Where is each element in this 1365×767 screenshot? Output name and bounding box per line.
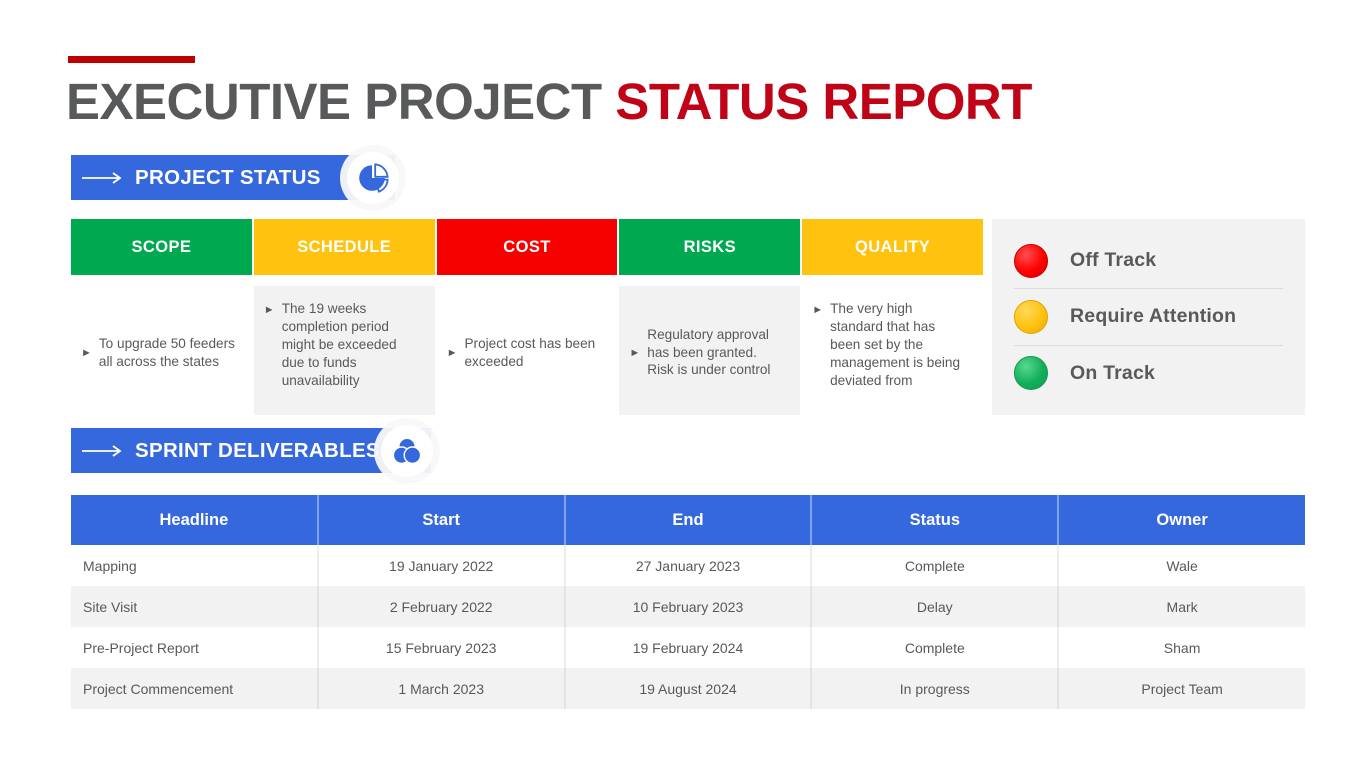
legend-item-off-track: Off Track (1014, 233, 1283, 288)
legend-label-require-attention: Require Attention (1070, 305, 1236, 328)
column-header-owner[interactable]: Owner (1058, 495, 1305, 545)
project-status-grid: SCOPE ► To upgrade 50 feeders all across… (71, 219, 983, 415)
section-label-project-status: PROJECT STATUS (135, 166, 321, 190)
status-text-cost: Project cost has been exceeded (464, 335, 603, 371)
status-text-risks: Regulatory approval has been granted. Ri… (647, 326, 786, 380)
table-header-row: Headline Start End Status Owner (71, 495, 1305, 545)
cell-start: 1 March 2023 (318, 668, 565, 709)
cell-headline: Mapping (71, 545, 318, 586)
page-title: EXECUTIVE PROJECT STATUS REPORT (66, 72, 1032, 131)
status-header-quality: QUALITY (802, 219, 983, 275)
status-header-schedule: SCHEDULE (254, 219, 435, 275)
section-label-sprint-deliverables: SPRINT DELIVERABLES (135, 439, 380, 463)
venn-diagram-icon (381, 425, 433, 477)
green-status-dot-icon (1014, 356, 1048, 390)
arrow-right-icon (71, 444, 135, 458)
bullet-arrow-icon: ► (629, 345, 640, 362)
table-row[interactable]: Project Commencement 1 March 2023 19 Aug… (71, 668, 1305, 709)
title-part-dark: EXECUTIVE PROJECT (66, 73, 615, 130)
status-legend-panel: Off Track Require Attention On Track (992, 219, 1305, 415)
status-column-schedule: SCHEDULE ► The 19 weeks completion perio… (254, 219, 435, 415)
bullet-arrow-icon: ► (447, 345, 458, 362)
legend-label-on-track: On Track (1070, 362, 1155, 385)
status-body-quality: ► The very high standard that has been s… (802, 286, 983, 415)
cell-end: 19 August 2024 (565, 668, 812, 709)
column-header-headline[interactable]: Headline (71, 495, 318, 545)
legend-label-off-track: Off Track (1070, 249, 1156, 272)
bullet-arrow-icon: ► (264, 302, 275, 319)
legend-item-require-attention: Require Attention (1014, 288, 1283, 344)
cell-status: In progress (811, 668, 1058, 709)
cell-status: Complete (811, 545, 1058, 586)
section-header-sprint-deliverables[interactable]: SPRINT DELIVERABLES (71, 428, 431, 473)
cell-start: 19 January 2022 (318, 545, 565, 586)
cell-headline: Site Visit (71, 586, 318, 627)
status-column-quality: QUALITY ► The very high standard that ha… (802, 219, 983, 415)
cell-status: Delay (811, 586, 1058, 627)
bullet-arrow-icon: ► (812, 302, 823, 319)
status-text-scope: To upgrade 50 feeders all across the sta… (99, 335, 238, 371)
cell-owner: Wale (1058, 545, 1305, 586)
status-body-cost: ► Project cost has been exceeded (437, 286, 618, 415)
title-part-red: STATUS REPORT (615, 73, 1032, 130)
status-body-risks: ► Regulatory approval has been granted. … (619, 286, 800, 415)
cell-owner: Sham (1058, 627, 1305, 668)
table-row[interactable]: Site Visit 2 February 2022 10 February 2… (71, 586, 1305, 627)
slide: EXECUTIVE PROJECT STATUS REPORT PROJECT … (0, 0, 1365, 767)
cell-headline: Project Commencement (71, 668, 318, 709)
cell-start: 15 February 2023 (318, 627, 565, 668)
cell-end: 10 February 2023 (565, 586, 812, 627)
title-accent-bar (68, 56, 195, 63)
arrow-right-icon (71, 171, 135, 185)
legend-item-on-track: On Track (1014, 345, 1283, 401)
sprint-deliverables-table: Headline Start End Status Owner Mapping … (71, 495, 1305, 709)
status-column-scope: SCOPE ► To upgrade 50 feeders all across… (71, 219, 252, 415)
table-row[interactable]: Mapping 19 January 2022 27 January 2023 … (71, 545, 1305, 586)
status-text-quality: The very high standard that has been set… (830, 300, 969, 390)
status-column-risks: RISKS ► Regulatory approval has been gra… (619, 219, 800, 415)
pie-chart-icon (347, 152, 399, 204)
footer: POWERSLIDES 1 WWW.POWERSLIDES.COM (0, 712, 1365, 752)
status-header-cost: COST (437, 219, 618, 275)
status-header-scope: SCOPE (71, 219, 252, 275)
status-header-risks: RISKS (619, 219, 800, 275)
cell-end: 27 January 2023 (565, 545, 812, 586)
cell-end: 19 February 2024 (565, 627, 812, 668)
cell-headline: Pre-Project Report (71, 627, 318, 668)
column-header-start[interactable]: Start (318, 495, 565, 545)
column-header-end[interactable]: End (565, 495, 812, 545)
cell-owner: Project Team (1058, 668, 1305, 709)
bullet-arrow-icon: ► (81, 345, 92, 362)
status-column-cost: COST ► Project cost has been exceeded (437, 219, 618, 415)
cell-start: 2 February 2022 (318, 586, 565, 627)
status-body-scope: ► To upgrade 50 feeders all across the s… (71, 286, 252, 415)
column-header-status[interactable]: Status (811, 495, 1058, 545)
status-body-schedule: ► The 19 weeks completion period might b… (254, 286, 435, 415)
status-text-schedule: The 19 weeks completion period might be … (282, 300, 421, 390)
cell-owner: Mark (1058, 586, 1305, 627)
cell-status: Complete (811, 627, 1058, 668)
amber-status-dot-icon (1014, 300, 1048, 334)
red-status-dot-icon (1014, 244, 1048, 278)
table-row[interactable]: Pre-Project Report 15 February 2023 19 F… (71, 627, 1305, 668)
